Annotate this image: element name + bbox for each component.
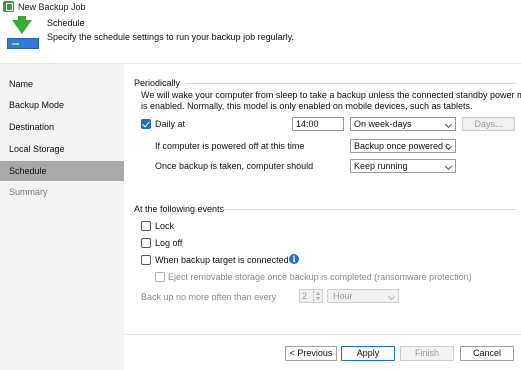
- daily-checkbox[interactable]: [141, 119, 151, 129]
- wizard-footer: < Previous Apply Finish Cancel: [124, 334, 521, 370]
- wizard-steps-sidebar: Name Backup Mode Destination Local Stora…: [0, 64, 124, 370]
- powered-off-label: If computer is powered off at this time: [155, 141, 305, 151]
- chevron-down-icon: [444, 120, 453, 129]
- after-backup-dropdown[interactable]: Keep running: [350, 159, 456, 173]
- logoff-checkbox[interactable]: [141, 238, 151, 248]
- daily-label: Daily at: [155, 119, 186, 129]
- powered-off-value: Backup once powered c: [354, 141, 451, 151]
- chevron-down-icon: [444, 162, 453, 171]
- lock-checkbox[interactable]: [141, 221, 151, 231]
- cancel-button[interactable]: Cancel: [460, 346, 514, 361]
- step-description: Specify the schedule settings to run you…: [47, 32, 294, 42]
- chevron-down-icon: [387, 292, 396, 301]
- events-group-label: At the following events: [134, 204, 225, 214]
- title-bar: New Backup Job: [0, 0, 521, 14]
- info-icon[interactable]: i: [289, 254, 299, 264]
- periodically-divider: [186, 83, 516, 84]
- frequency-dropdown[interactable]: On week-days: [350, 117, 456, 131]
- logoff-label: Log off: [155, 238, 183, 248]
- wake-note-line2: is enabled. Normally, this model is only…: [141, 101, 473, 111]
- interval-unit-value: Hour: [333, 291, 353, 301]
- stepper-arrows-icon: [313, 290, 322, 302]
- wizard-header: Schedule Specify the schedule settings t…: [0, 14, 521, 64]
- backup-app-icon: [3, 1, 14, 12]
- sidebar-item-destination[interactable]: Destination: [0, 117, 124, 137]
- target-connected-checkbox[interactable]: [141, 255, 151, 265]
- interval-stepper: 2: [299, 289, 323, 303]
- wake-note-line1: We will wake your computer from sleep to…: [141, 90, 521, 100]
- events-divider: [222, 209, 516, 210]
- target-connected-label: When backup target is connected: [155, 255, 289, 265]
- lock-label: Lock: [155, 221, 175, 231]
- interval-value: 2: [302, 291, 308, 301]
- schedule-settings-panel: Periodically We will wake your computer …: [124, 64, 521, 334]
- backup-interval-label: Back up no more often than every: [141, 292, 277, 302]
- backup-to-drive-icon: [5, 16, 39, 60]
- window-title: New Backup Job: [18, 2, 86, 12]
- frequency-value: On week-days: [354, 119, 412, 129]
- step-title: Schedule: [47, 18, 85, 28]
- after-backup-value: Keep running: [354, 161, 408, 171]
- sidebar-item-backup-mode[interactable]: Backup Mode: [0, 95, 124, 115]
- interval-unit-dropdown: Hour: [327, 289, 399, 303]
- sidebar-item-summary: Summary: [9, 187, 48, 197]
- sidebar-item-name[interactable]: Name: [0, 74, 124, 94]
- after-backup-label: Once backup is taken, computer should: [155, 161, 314, 171]
- previous-button[interactable]: < Previous: [285, 346, 337, 361]
- apply-button[interactable]: Apply: [341, 346, 395, 361]
- days-button[interactable]: Days...: [462, 117, 515, 131]
- periodically-group-label: Periodically: [134, 78, 181, 88]
- eject-storage-label: Eject removable storage once backup is c…: [168, 272, 472, 282]
- sidebar-item-schedule[interactable]: Schedule: [0, 161, 124, 181]
- powered-off-dropdown[interactable]: Backup once powered c: [350, 139, 456, 153]
- daily-time-input[interactable]: 14:00: [292, 117, 344, 131]
- finish-button: Finish: [400, 346, 454, 361]
- eject-storage-checkbox: [155, 272, 165, 282]
- sidebar-item-local-storage[interactable]: Local Storage: [0, 139, 124, 159]
